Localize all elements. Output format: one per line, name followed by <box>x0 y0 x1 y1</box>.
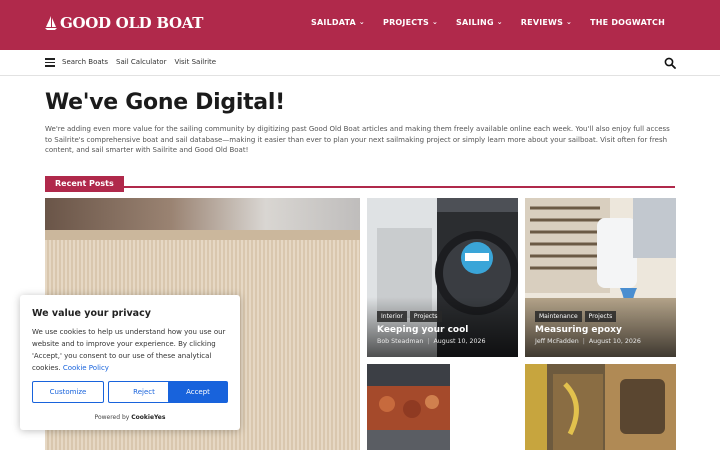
cookieyes-logo[interactable]: CookieYes <box>131 414 165 421</box>
nav-label: REVIEWS <box>520 18 564 27</box>
tag-interior[interactable]: Interior <box>377 311 407 322</box>
chevron-down-icon: ⌄ <box>358 18 365 26</box>
cookie-title: We value your privacy <box>32 308 151 319</box>
section-heading: Recent Posts <box>45 171 675 192</box>
image-detail <box>45 230 360 240</box>
chevron-down-icon: ⌄ <box>566 18 573 26</box>
post-title[interactable]: Measuring epoxy <box>535 325 622 335</box>
post-meta: Jeff McFadden | August 10, 2026 <box>535 338 641 345</box>
meta-separator: | <box>582 338 585 345</box>
recent-posts-label: Recent Posts <box>45 176 124 192</box>
post-title[interactable]: Keeping your cool <box>377 325 468 335</box>
post-author[interactable]: Jeff McFadden <box>535 338 579 345</box>
intro-paragraph: We're adding even more value for the sai… <box>45 125 670 154</box>
search-icon[interactable] <box>664 57 676 69</box>
meta-separator: | <box>427 338 430 345</box>
post-card[interactable] <box>525 364 676 450</box>
nav-label: THE DOGWATCH <box>590 18 665 27</box>
nav-item-projects[interactable]: PROJECTS ⌄ <box>383 18 438 27</box>
secondary-links: Search Boats Sail Calculator Visit Sailr… <box>62 58 216 66</box>
post-tags: Maintenance Projects <box>535 311 617 322</box>
cookie-body-text: We use cookies to help us understand how… <box>32 328 226 372</box>
post-image <box>525 364 676 450</box>
secondary-nav: Search Boats Sail Calculator Visit Sailr… <box>0 50 720 76</box>
cookie-consent-dialog: We value your privacy We use cookies to … <box>20 295 240 430</box>
accept-button[interactable]: Accept <box>168 381 228 403</box>
link-visit-sailrite[interactable]: Visit Sailrite <box>174 58 216 66</box>
nav-label: SAILDATA <box>311 18 356 27</box>
nav-item-dogwatch[interactable]: THE DOGWATCH <box>590 18 665 27</box>
post-date: August 10, 2026 <box>433 338 486 345</box>
cookie-body: We use cookies to help us understand how… <box>32 326 232 374</box>
post-tags: Interior Projects <box>377 311 442 322</box>
powered-by: Powered by CookieYes <box>20 414 240 421</box>
site-logo[interactable]: GOOD OLD BOAT <box>45 14 203 32</box>
site-header: GOOD OLD BOAT SAILDATA ⌄ PROJECTS ⌄ SAILIN… <box>0 0 720 50</box>
post-image <box>367 364 450 450</box>
post-card[interactable]: Interior Projects Keeping your cool Bob … <box>367 198 518 357</box>
powered-prefix: Powered by <box>94 414 130 421</box>
post-author[interactable]: Bob Steadman <box>377 338 423 345</box>
link-sail-calculator[interactable]: Sail Calculator <box>116 58 166 66</box>
post-meta: Bob Steadman | August 10, 2026 <box>377 338 486 345</box>
sailboat-icon <box>45 16 57 30</box>
post-date: August 10, 2026 <box>588 338 641 345</box>
chevron-down-icon: ⌄ <box>431 18 439 26</box>
main-nav: SAILDATA ⌄ PROJECTS ⌄ SAILING ⌄ REVIEWS ⌄ TH… <box>311 18 665 27</box>
cookie-policy-link[interactable]: Cookie Policy <box>63 364 109 372</box>
chevron-down-icon: ⌄ <box>496 18 503 26</box>
nav-item-reviews[interactable]: REVIEWS ⌄ <box>521 18 572 27</box>
tag-maintenance[interactable]: Maintenance <box>535 311 582 322</box>
link-search-boats[interactable]: Search Boats <box>62 58 108 66</box>
customize-button[interactable]: Customize <box>32 381 104 403</box>
image-detail <box>45 198 360 230</box>
page-title: We've Gone Digital! <box>45 90 285 115</box>
nav-label: PROJECTS <box>383 18 429 27</box>
post-card[interactable]: Maintenance Projects Measuring epoxy Jef… <box>525 198 676 357</box>
post-card[interactable] <box>367 364 450 450</box>
logo-text: GOOD OLD BOAT <box>60 14 204 32</box>
hamburger-icon[interactable] <box>45 58 55 67</box>
nav-item-saildata[interactable]: SAILDATA ⌄ <box>311 18 365 27</box>
nav-label: SAILING <box>456 18 494 27</box>
nav-item-sailing[interactable]: SAILING ⌄ <box>456 18 503 27</box>
tag-projects[interactable]: Projects <box>409 311 442 322</box>
tag-projects[interactable]: Projects <box>584 311 617 322</box>
